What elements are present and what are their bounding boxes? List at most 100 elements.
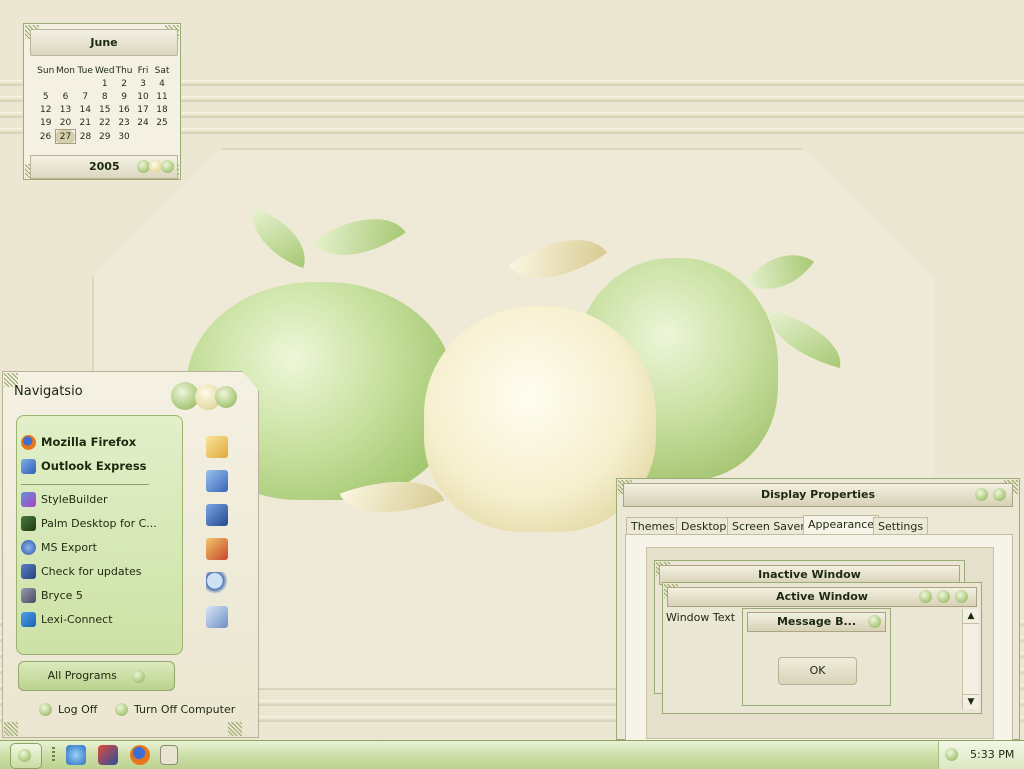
firefox-icon[interactable] — [130, 745, 150, 765]
weekday-label: Mon — [55, 65, 75, 76]
desktop-icon[interactable] — [160, 745, 178, 765]
calendar-day[interactable]: 20 — [55, 116, 75, 130]
weekday-label: Sun — [37, 65, 55, 76]
apple-icon — [115, 703, 128, 716]
control-panel-icon[interactable] — [206, 504, 228, 526]
hatch-corner — [4, 722, 18, 736]
calendar-day[interactable]: 12 — [36, 103, 55, 116]
calendar-day[interactable]: 23 — [115, 116, 134, 130]
scroll-down-button[interactable]: ▼ — [963, 694, 979, 709]
calendar-day[interactable]: 7 — [75, 90, 94, 103]
tab-label: Screen Saver — [732, 520, 805, 533]
menu-item-ms-export[interactable]: MS Export — [21, 538, 97, 556]
taskbar: 5:33 PM — [0, 740, 1024, 769]
run-icon[interactable] — [206, 606, 228, 628]
calendar-day — [134, 130, 153, 144]
calendar-day[interactable]: 1 — [95, 77, 115, 90]
calendar-day[interactable]: 8 — [95, 90, 115, 103]
calendar-day[interactable]: 17 — [134, 103, 153, 116]
clock[interactable]: 5:33 PM — [970, 748, 1014, 761]
start-button[interactable] — [10, 743, 42, 769]
calendar-day[interactable]: 15 — [95, 103, 115, 116]
calendar-day[interactable]: 22 — [95, 116, 115, 130]
search-icon[interactable] — [206, 572, 228, 594]
menu-item-label: Mozilla Firefox — [41, 435, 137, 449]
weekday-label: Wed — [94, 65, 115, 76]
apple-icon — [919, 590, 932, 603]
stylebuilder-icon — [21, 491, 36, 507]
help-button[interactable] — [975, 488, 988, 501]
calendar-day[interactable]: 6 — [55, 90, 75, 103]
documents-icon[interactable] — [206, 436, 228, 458]
turn-off-label: Turn Off Computer — [134, 703, 236, 716]
hatch-corner — [228, 722, 242, 736]
programs-icon[interactable] — [206, 538, 228, 560]
apple-icon — [39, 703, 52, 716]
turn-off-computer-button[interactable]: Turn Off Computer — [115, 703, 235, 716]
log-off-button[interactable]: Log Off — [39, 703, 97, 716]
close-button[interactable] — [993, 488, 1006, 501]
weekday-label: Sat — [154, 65, 170, 76]
menu-item-label: StyleBuilder — [41, 492, 108, 506]
apple-icon[interactable] — [945, 748, 958, 761]
calendar-day[interactable]: 11 — [153, 90, 172, 103]
menu-item-label: Outlook Express — [41, 459, 147, 473]
calendar-year: 2005 — [89, 160, 120, 173]
calendar-day[interactable]: 2 — [115, 77, 134, 90]
all-programs-button[interactable]: All Programs — [18, 661, 175, 691]
menu-item-lexi-connect[interactable]: Lexi-Connect — [21, 610, 113, 628]
apple-icon — [868, 615, 881, 628]
window-title-bar[interactable]: Display Properties — [623, 483, 1013, 507]
menu-item-label: Palm Desktop for C... — [41, 516, 157, 530]
calendar-day[interactable]: 10 — [134, 90, 153, 103]
weekday-row: Sun Mon Tue Wed Thu Fri Sat — [36, 64, 172, 77]
calendar-day[interactable]: 21 — [75, 116, 94, 130]
calendar-day[interactable]: 18 — [153, 103, 172, 116]
menu-item-label: MS Export — [41, 540, 97, 554]
ok-button[interactable]: OK — [778, 657, 857, 685]
tab-screen-saver[interactable]: Screen Saver — [727, 517, 810, 535]
calendar-day[interactable]: 4 — [153, 77, 172, 90]
calendar-week-row: 26 27 28 29 30 — [36, 129, 172, 144]
preview-scrollbar[interactable]: ▲ ▼ — [962, 609, 979, 709]
calendar-day — [36, 77, 55, 90]
calendar-day[interactable]: 9 — [115, 90, 134, 103]
calendar-day[interactable]: 30 — [115, 130, 134, 144]
calendar-week-row: 5 6 7 8 9 10 11 — [36, 90, 172, 103]
calendar-day[interactable]: 19 — [36, 116, 55, 130]
message-box-title-bar: Message B... — [747, 612, 886, 632]
calendar-day[interactable]: 3 — [134, 77, 153, 90]
start-menu: Navigatsio Mozilla Firefox Outlook Expre… — [2, 371, 259, 738]
system-tray: 5:33 PM — [938, 741, 1024, 769]
tab-label: Appearance — [808, 518, 875, 531]
menu-item-outlook-express[interactable]: Outlook Express — [21, 457, 147, 475]
apple-icon — [18, 749, 31, 762]
tab-themes[interactable]: Themes — [626, 517, 680, 535]
computer-icon[interactable] — [206, 470, 228, 492]
menu-item-palm-desktop[interactable]: Palm Desktop for C... — [21, 514, 157, 532]
calendar-day[interactable]: 26 — [36, 130, 55, 144]
calendar-day[interactable]: 27 — [54, 129, 76, 144]
calendar-day[interactable]: 29 — [95, 130, 115, 144]
palm-desktop-icon — [21, 515, 36, 531]
tab-label: Settings — [878, 520, 924, 533]
scroll-up-button[interactable]: ▲ — [963, 609, 979, 624]
calendar-day[interactable]: 13 — [55, 103, 75, 116]
tab-settings[interactable]: Settings — [873, 517, 929, 535]
calendar-day[interactable]: 28 — [75, 130, 94, 144]
media-icon[interactable] — [98, 745, 118, 765]
calendar-day[interactable]: 16 — [115, 103, 134, 116]
calendar-day[interactable]: 5 — [36, 90, 55, 103]
menu-item-mozilla-firefox[interactable]: Mozilla Firefox — [21, 433, 136, 451]
tab-appearance[interactable]: Appearance — [803, 515, 880, 535]
calendar-day[interactable]: 24 — [134, 116, 153, 130]
apple-icon — [161, 160, 174, 173]
internet-explorer-icon[interactable] — [66, 745, 86, 765]
apple-icon — [132, 669, 146, 683]
menu-item-stylebuilder[interactable]: StyleBuilder — [21, 490, 108, 508]
tab-desktop[interactable]: Desktop — [676, 517, 732, 535]
calendar-day[interactable]: 14 — [75, 103, 94, 116]
menu-item-check-for-updates[interactable]: Check for updates — [21, 562, 141, 580]
calendar-day[interactable]: 25 — [153, 116, 172, 130]
menu-item-bryce-5[interactable]: Bryce 5 — [21, 586, 83, 604]
